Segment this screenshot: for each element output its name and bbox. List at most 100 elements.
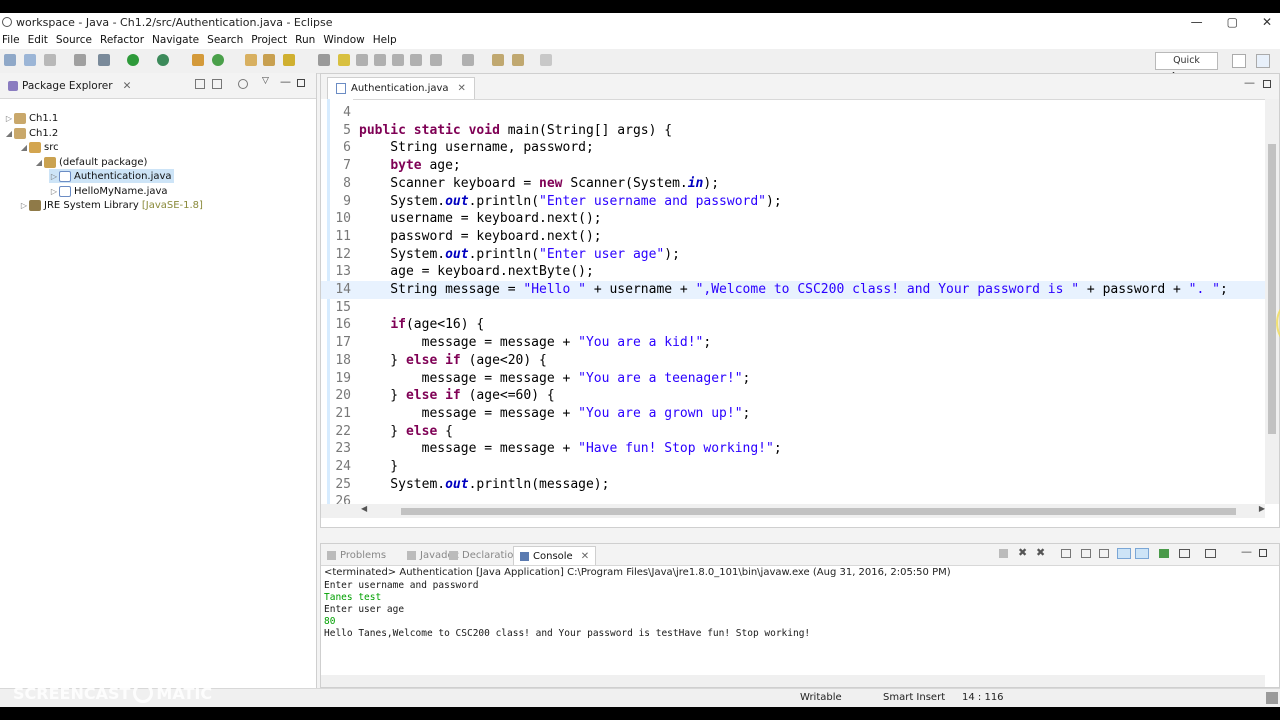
editor-horizontal-scrollbar[interactable]: ◀ ▶: [321, 504, 1265, 518]
progress-icon[interactable]: [1266, 692, 1278, 704]
tree-item-ch1-1[interactable]: ▷ Ch1.1: [4, 111, 58, 125]
maximize-view-icon[interactable]: [297, 79, 305, 87]
open-type-icon[interactable]: [245, 54, 257, 66]
run-icon[interactable]: [127, 54, 139, 66]
code-line[interactable]: 10 username = keyboard.next();: [321, 210, 1265, 228]
menu-help[interactable]: Help: [373, 34, 397, 46]
chevron-right-icon[interactable]: ▷: [19, 201, 29, 210]
code-line[interactable]: 12 System.out.println("Enter user age");: [321, 246, 1265, 264]
collapse-all-icon[interactable]: [195, 79, 205, 89]
chevron-right-icon[interactable]: ▷: [4, 114, 14, 123]
scroll-lock-icon[interactable]: [1081, 549, 1091, 558]
back-icon[interactable]: [512, 54, 524, 66]
tab-declaration[interactable]: Declaration: [449, 546, 520, 565]
menu-file[interactable]: File: [2, 34, 20, 46]
code-line[interactable]: 19 message = message + "You are a teenag…: [321, 370, 1265, 388]
maximize-button[interactable]: ▢: [1227, 15, 1238, 29]
tab-authentication-java[interactable]: Authentication.java ✕: [327, 77, 475, 99]
view-menu-icon[interactable]: ▽: [262, 76, 269, 86]
open-task-icon[interactable]: [263, 54, 275, 66]
last-edit-icon[interactable]: [492, 54, 504, 66]
java-perspective-icon[interactable]: [1256, 54, 1270, 68]
menu-search[interactable]: Search: [207, 34, 243, 46]
chevron-down-icon[interactable]: ◢: [4, 129, 14, 138]
clear-console-icon[interactable]: [1061, 549, 1071, 558]
tree-item-hellomyname-java[interactable]: ▷ HelloMyName.java: [49, 184, 168, 198]
tree-item-authentication-java[interactable]: ▷ Authentication.java: [49, 169, 174, 183]
open-perspective-icon[interactable]: [1232, 54, 1246, 68]
code-line[interactable]: 6 String username, password;: [321, 139, 1265, 157]
show-pilcrow-icon[interactable]: [410, 54, 422, 66]
chevron-right-icon[interactable]: ▷: [49, 172, 59, 181]
coverage-icon[interactable]: [157, 54, 169, 66]
tree-item-src[interactable]: ◢ src: [19, 140, 59, 154]
code-line[interactable]: 22 } else {: [321, 423, 1265, 441]
code-line[interactable]: 9 System.out.println("Enter username and…: [321, 193, 1265, 211]
focus-icon[interactable]: [238, 79, 248, 89]
minimize-view-icon[interactable]: —: [1241, 545, 1252, 558]
word-wrap-icon[interactable]: [1099, 549, 1109, 558]
scroll-thumb[interactable]: [1268, 144, 1276, 434]
open-console-icon[interactable]: [1205, 549, 1216, 558]
maximize-view-icon[interactable]: [1259, 549, 1267, 557]
menu-run[interactable]: Run: [295, 34, 315, 46]
prev-annotation-icon[interactable]: [462, 54, 474, 66]
save-icon[interactable]: [24, 54, 36, 66]
link-editor-icon[interactable]: [212, 79, 222, 89]
new-package-icon[interactable]: [212, 54, 224, 66]
code-line[interactable]: 21 message = message + "You are a grown …: [321, 405, 1265, 423]
code-line[interactable]: 16 if(age<16) {: [321, 316, 1265, 334]
code-line[interactable]: 20 } else if (age<=60) {: [321, 387, 1265, 405]
close-icon[interactable]: ✕: [458, 83, 466, 94]
quick-access-field[interactable]: Quick Access: [1155, 52, 1218, 82]
close-icon[interactable]: ✕: [581, 551, 589, 562]
new-icon[interactable]: [4, 54, 16, 66]
block-select-icon[interactable]: [374, 54, 386, 66]
show-annotations-icon[interactable]: [392, 54, 404, 66]
scroll-thumb[interactable]: [401, 508, 1236, 515]
code-line[interactable]: 15: [321, 299, 1265, 317]
scroll-left-icon[interactable]: ◀: [361, 504, 367, 513]
new-java-project-icon[interactable]: [192, 54, 204, 66]
minimize-view-icon[interactable]: —: [1244, 76, 1255, 89]
show-on-stderr-icon[interactable]: [1135, 548, 1149, 559]
code-line[interactable]: 13 age = keyboard.nextByte();: [321, 263, 1265, 281]
tab-console[interactable]: Console ✕: [513, 546, 597, 565]
close-icon[interactable]: ✕: [123, 80, 132, 92]
code-line[interactable]: 25 System.out.println(message);: [321, 476, 1265, 494]
save-all-icon[interactable]: [44, 54, 56, 66]
code-line[interactable]: 23 message = message + "Have fun! Stop w…: [321, 440, 1265, 458]
console-horizontal-scrollbar[interactable]: [321, 675, 1265, 687]
forward-icon[interactable]: [540, 54, 552, 66]
terminate-icon[interactable]: [999, 549, 1008, 558]
menu-refactor[interactable]: Refactor: [100, 34, 144, 46]
remove-launch-icon[interactable]: ✖: [1018, 546, 1027, 559]
tree-item-default-package[interactable]: ◢ (default package): [34, 155, 147, 169]
menu-edit[interactable]: Edit: [28, 34, 48, 46]
code-line[interactable]: 24 }: [321, 458, 1265, 476]
tree-item-jre-library[interactable]: ▷ JRE System Library [JavaSE-1.8]: [19, 198, 203, 212]
menu-project[interactable]: Project: [251, 34, 287, 46]
menu-window[interactable]: Window: [323, 34, 364, 46]
menu-navigate[interactable]: Navigate: [152, 34, 199, 46]
display-console-icon[interactable]: [1179, 549, 1190, 558]
show-on-stdout-icon[interactable]: [1117, 548, 1131, 559]
code-line[interactable]: 8 Scanner keyboard = new Scanner(System.…: [321, 175, 1265, 193]
code-line[interactable]: 26: [321, 493, 1265, 504]
minimize-button[interactable]: —: [1191, 15, 1203, 29]
scroll-right-icon[interactable]: ▶: [1259, 504, 1265, 513]
toggle-mark-icon[interactable]: [318, 54, 330, 66]
tree-item-ch1-2[interactable]: ◢ Ch1.2: [4, 126, 58, 140]
show-whitespace-icon[interactable]: [356, 54, 368, 66]
tab-package-explorer[interactable]: Package Explorer ✕: [2, 76, 137, 96]
tab-problems[interactable]: Problems: [327, 546, 386, 565]
code-line[interactable]: 5 public static void main(String[] args) …: [321, 122, 1265, 140]
remove-all-icon[interactable]: ✖: [1036, 546, 1045, 559]
minimize-view-icon[interactable]: —: [280, 75, 291, 88]
pin-console-icon[interactable]: [1159, 549, 1169, 558]
code-line[interactable]: 7 byte age;: [321, 157, 1265, 175]
code-line[interactable]: 11 password = keyboard.next();: [321, 228, 1265, 246]
skip-breakpoints-icon[interactable]: [74, 54, 86, 66]
menu-source[interactable]: Source: [56, 34, 92, 46]
code-line[interactable]: 14 String message = "Hello " + username …: [321, 281, 1265, 299]
